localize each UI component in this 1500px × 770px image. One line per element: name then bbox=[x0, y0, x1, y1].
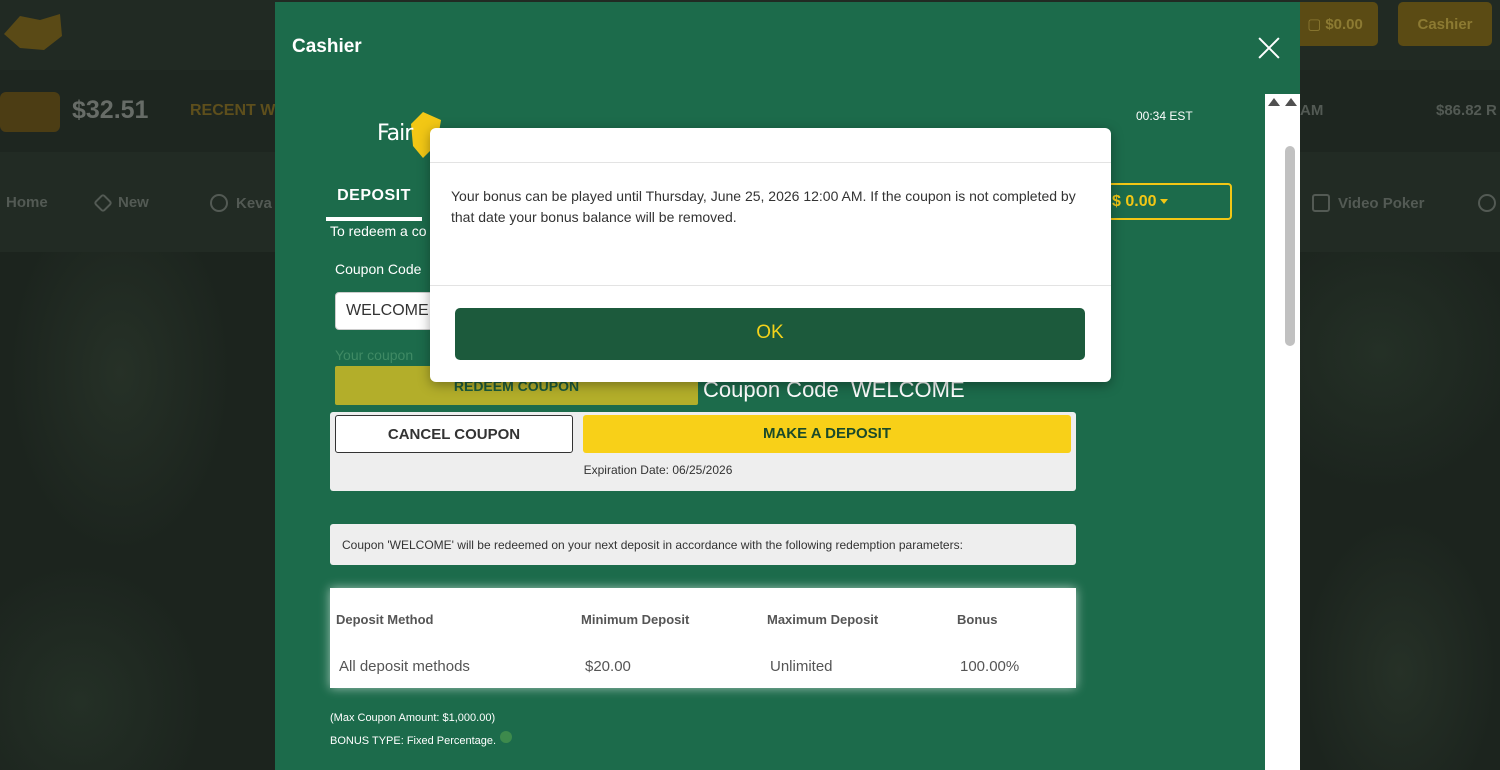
cashier-title: Cashier bbox=[292, 36, 362, 57]
jackpot-amount: $32.51 bbox=[72, 96, 149, 124]
scrollbar[interactable] bbox=[1265, 94, 1300, 770]
nav-more[interactable] bbox=[1478, 194, 1496, 212]
table-cell: All deposit methods bbox=[339, 658, 470, 675]
nav-video-poker[interactable]: Video Poker bbox=[1312, 194, 1424, 212]
max-coupon-amount: (Max Coupon Amount: $1,000.00) bbox=[330, 712, 496, 724]
expiration-date: Expiration Date: 06/25/2026 bbox=[583, 463, 733, 477]
cards-icon bbox=[1312, 194, 1330, 212]
recent-win-amount: $86.82 R bbox=[1436, 102, 1497, 119]
redemption-note: Coupon 'WELCOME' will be redeemed on you… bbox=[330, 524, 1076, 565]
chips-icon bbox=[1478, 194, 1496, 212]
nav-new[interactable]: New bbox=[93, 192, 149, 213]
nav-home[interactable]: Home bbox=[6, 194, 48, 211]
table-cell: Unlimited bbox=[770, 658, 833, 675]
recent-wins-label: RECENT W bbox=[190, 102, 276, 119]
caret-down-icon bbox=[1160, 199, 1169, 204]
dialog-message: Your bonus can be played until Thursday,… bbox=[451, 188, 1076, 225]
nav-keva[interactable]: Keva bbox=[210, 194, 272, 212]
scroll-thumb[interactable] bbox=[1285, 146, 1295, 346]
wallet-icon: ▢ bbox=[1307, 16, 1322, 33]
redeem-instruction: To redeem a co bbox=[330, 223, 427, 239]
table-header: Bonus bbox=[957, 612, 998, 627]
coupon-code-label: Coupon Code bbox=[335, 261, 422, 277]
server-time: 00:34 EST bbox=[1136, 109, 1193, 123]
coupon-actions-panel: CANCEL COUPON MAKE A DEPOSIT Expiration … bbox=[330, 412, 1076, 491]
cancel-coupon-button[interactable]: CANCEL COUPON bbox=[335, 415, 573, 453]
dialog-header bbox=[430, 128, 1111, 163]
table-header: Deposit Method bbox=[336, 612, 434, 627]
info-icon[interactable] bbox=[500, 731, 513, 743]
tab-active-indicator bbox=[326, 217, 422, 221]
cashier-modal: Cashier Fair 00:34 EST DEPOSIT $ 0.00 To… bbox=[275, 2, 1300, 770]
site-logo[interactable] bbox=[0, 10, 66, 54]
jackpot-logo bbox=[0, 86, 62, 139]
table-cell: 100.00% bbox=[960, 658, 1020, 675]
bonus-expiry-dialog: Your bonus can be played until Thursday,… bbox=[430, 128, 1111, 382]
table-header: Maximum Deposit bbox=[767, 612, 879, 627]
table-cell: $20.00 bbox=[585, 658, 631, 675]
bonus-type: BONUS TYPE: Fixed Percentage. bbox=[330, 731, 513, 747]
dialog-divider bbox=[430, 285, 1111, 286]
ok-button[interactable]: OK bbox=[455, 308, 1085, 360]
recent-win-time: AM bbox=[1300, 102, 1324, 119]
table-header: Minimum Deposit bbox=[581, 612, 690, 627]
header-balance[interactable]: ▢ $0.00 bbox=[1292, 2, 1378, 46]
fairgo-logo-text: Fair bbox=[377, 121, 413, 146]
balance-dropdown[interactable]: $ 0.00 bbox=[1102, 183, 1232, 220]
redemption-parameters-table: Deposit Method Minimum Deposit Maximum D… bbox=[330, 588, 1076, 688]
scroll-up-arrow-icon[interactable] bbox=[1285, 98, 1297, 106]
coupon-hint: Your coupon bbox=[335, 347, 414, 363]
close-icon[interactable] bbox=[1257, 36, 1281, 60]
make-deposit-button[interactable]: MAKE A DEPOSIT bbox=[583, 415, 1071, 453]
diamond-icon bbox=[93, 192, 113, 213]
medal-icon bbox=[210, 194, 228, 212]
header-cashier-button[interactable]: Cashier bbox=[1398, 2, 1492, 46]
scroll-up-arrow-icon[interactable] bbox=[1268, 98, 1280, 106]
